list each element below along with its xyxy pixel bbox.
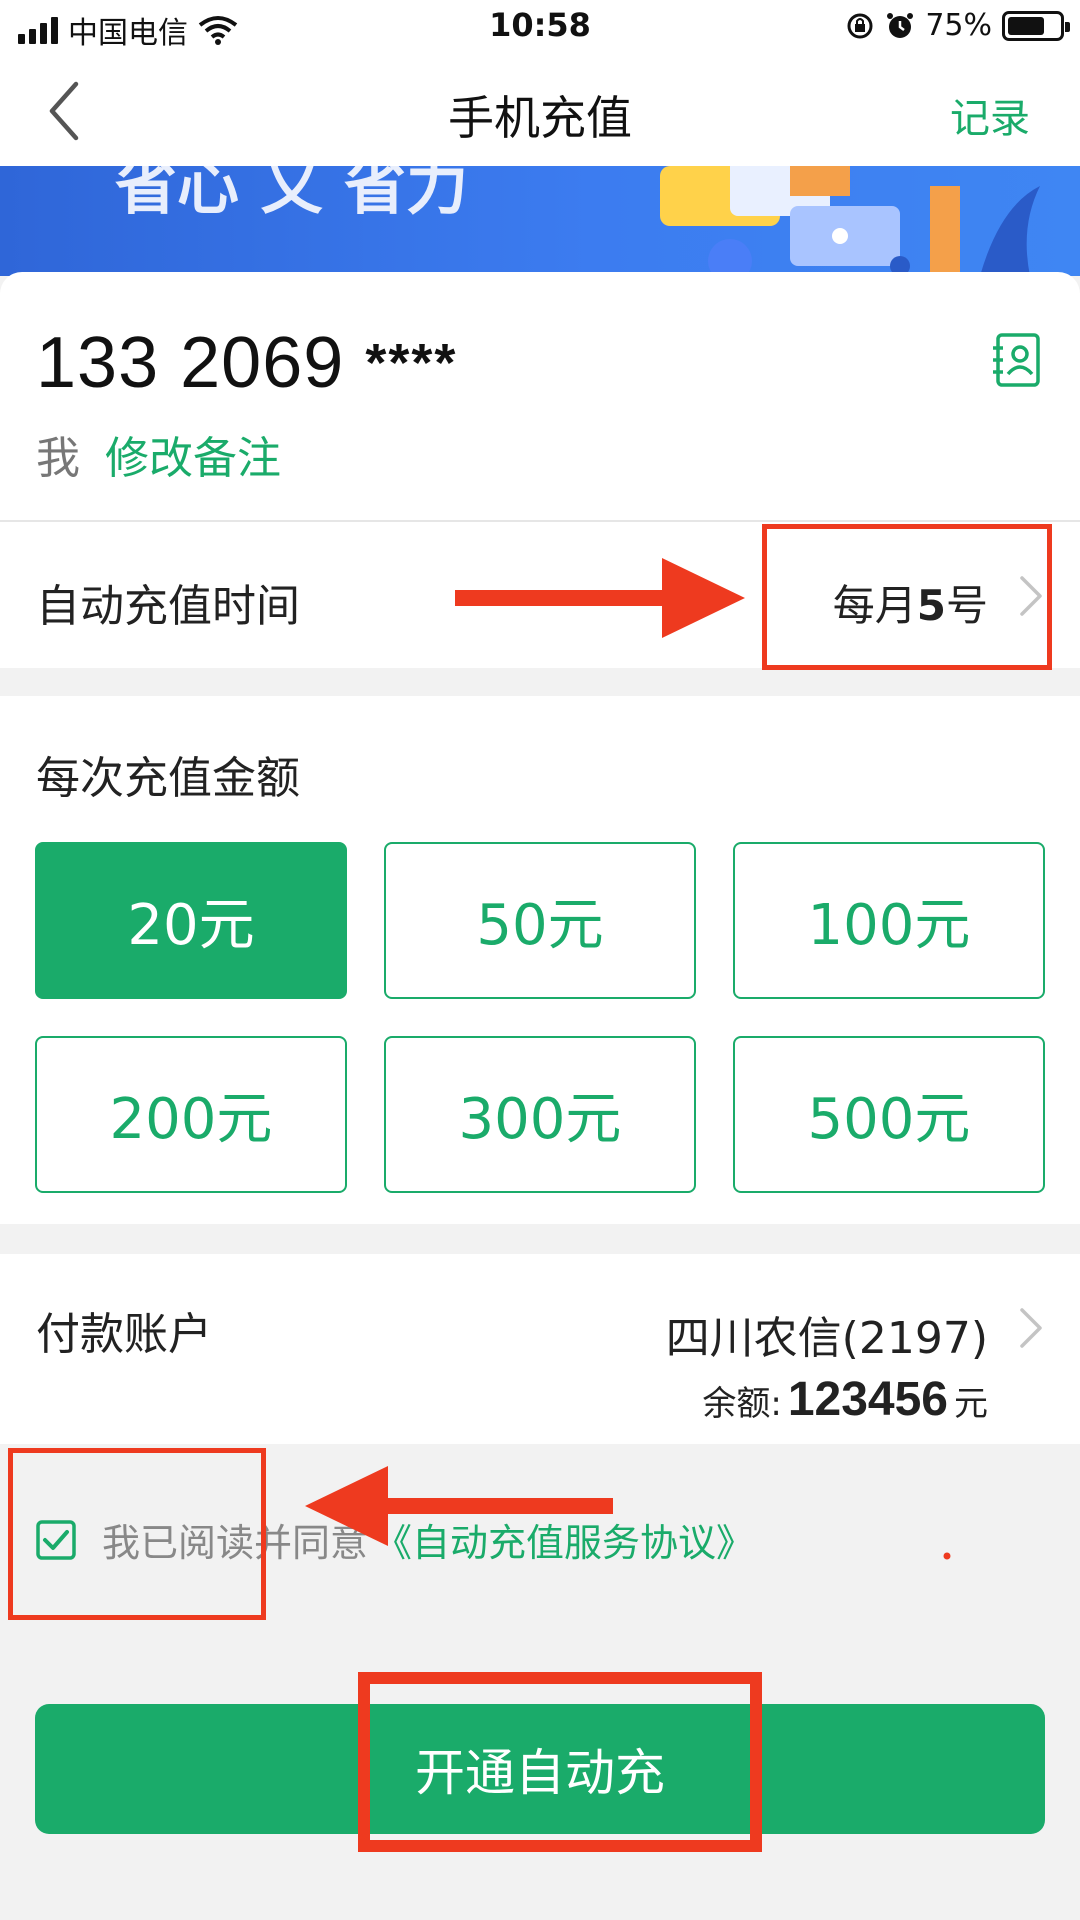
phone-card: 133 2069 **** 我 修改备注 (0, 272, 1080, 522)
phone-number-visible: 133 2069 (36, 323, 345, 403)
status-right: 75% (845, 8, 1070, 43)
battery-percent: 75% (925, 8, 992, 43)
payment-account-row[interactable]: 付款账户 四川农信(2197) 余额: 123456 元 (0, 1254, 1080, 1444)
page-title: 手机充值 (448, 91, 632, 145)
amount-option[interactable]: 300元 (384, 1036, 696, 1193)
payment-account-bank: 四川农信(2197) (665, 1313, 988, 1364)
auto-recharge-time-value: 每月5号 (833, 572, 988, 633)
payment-account-label: 付款账户 (36, 1309, 212, 1360)
battery-level (1008, 16, 1044, 35)
status-bar: 中国电信 10:58 75% (0, 0, 1080, 56)
time-value-suffix: 号 (945, 581, 988, 630)
checkbox-checked-icon[interactable] (36, 1519, 76, 1560)
phone-number: 133 2069 **** (36, 322, 457, 404)
banner-text: 省心 又 省力 (115, 166, 469, 223)
chevron-right-icon (1020, 1308, 1042, 1348)
record-link[interactable]: 记录 (950, 86, 1030, 144)
agreement-row: 我已阅读并同意 《自动充值服务协议》 (36, 1512, 754, 1567)
promo-banner[interactable]: 省心 又 省力 (0, 166, 1080, 276)
edit-note-link[interactable]: 修改备注 (105, 422, 281, 486)
auto-recharge-time-label: 自动充值时间 (36, 581, 300, 632)
enable-auto-recharge-button[interactable]: 开通自动充 (35, 1704, 1045, 1834)
chevron-right-icon (1020, 576, 1042, 616)
amount-options: 20元 50元 100元 200元 300元 500元 (35, 842, 1045, 1193)
balance-label: 余额: (702, 1384, 782, 1424)
amount-label: 每次充值金额 (36, 753, 300, 804)
balance-row: 余额: 123456 元 (702, 1372, 988, 1427)
agreement-link[interactable]: 《自动充值服务协议》 (374, 1512, 754, 1567)
amount-option[interactable]: 20元 (35, 842, 347, 999)
contact-book-icon[interactable] (990, 332, 1042, 388)
phone-number-masked: **** (365, 333, 458, 393)
amount-card: 每次充值金额 20元 50元 100元 200元 300元 500元 (0, 696, 1080, 1224)
auto-recharge-time-row[interactable]: 自动充值时间 每月5号 (0, 522, 1080, 668)
time-value-day: 5 (916, 581, 946, 630)
amount-option[interactable]: 200元 (35, 1036, 347, 1193)
annotation-dot (943, 1552, 951, 1560)
nav-bar: 手机充值 记录 (0, 56, 1080, 166)
balance-unit: 元 (954, 1384, 988, 1424)
lock-rotation-icon (847, 13, 873, 38)
time-value-prefix: 每月 (832, 581, 917, 630)
agreement-text: 我已阅读并同意 (102, 1521, 369, 1565)
amount-option[interactable]: 100元 (733, 842, 1045, 999)
phone-owner: 我 (36, 433, 80, 484)
amount-option[interactable]: 50元 (384, 842, 696, 999)
battery-icon (1002, 10, 1070, 41)
banner-illustration (660, 166, 1040, 276)
alarm-icon (887, 12, 914, 38)
amount-option[interactable]: 500元 (733, 1036, 1045, 1193)
balance-value: 123456 (787, 1373, 948, 1426)
